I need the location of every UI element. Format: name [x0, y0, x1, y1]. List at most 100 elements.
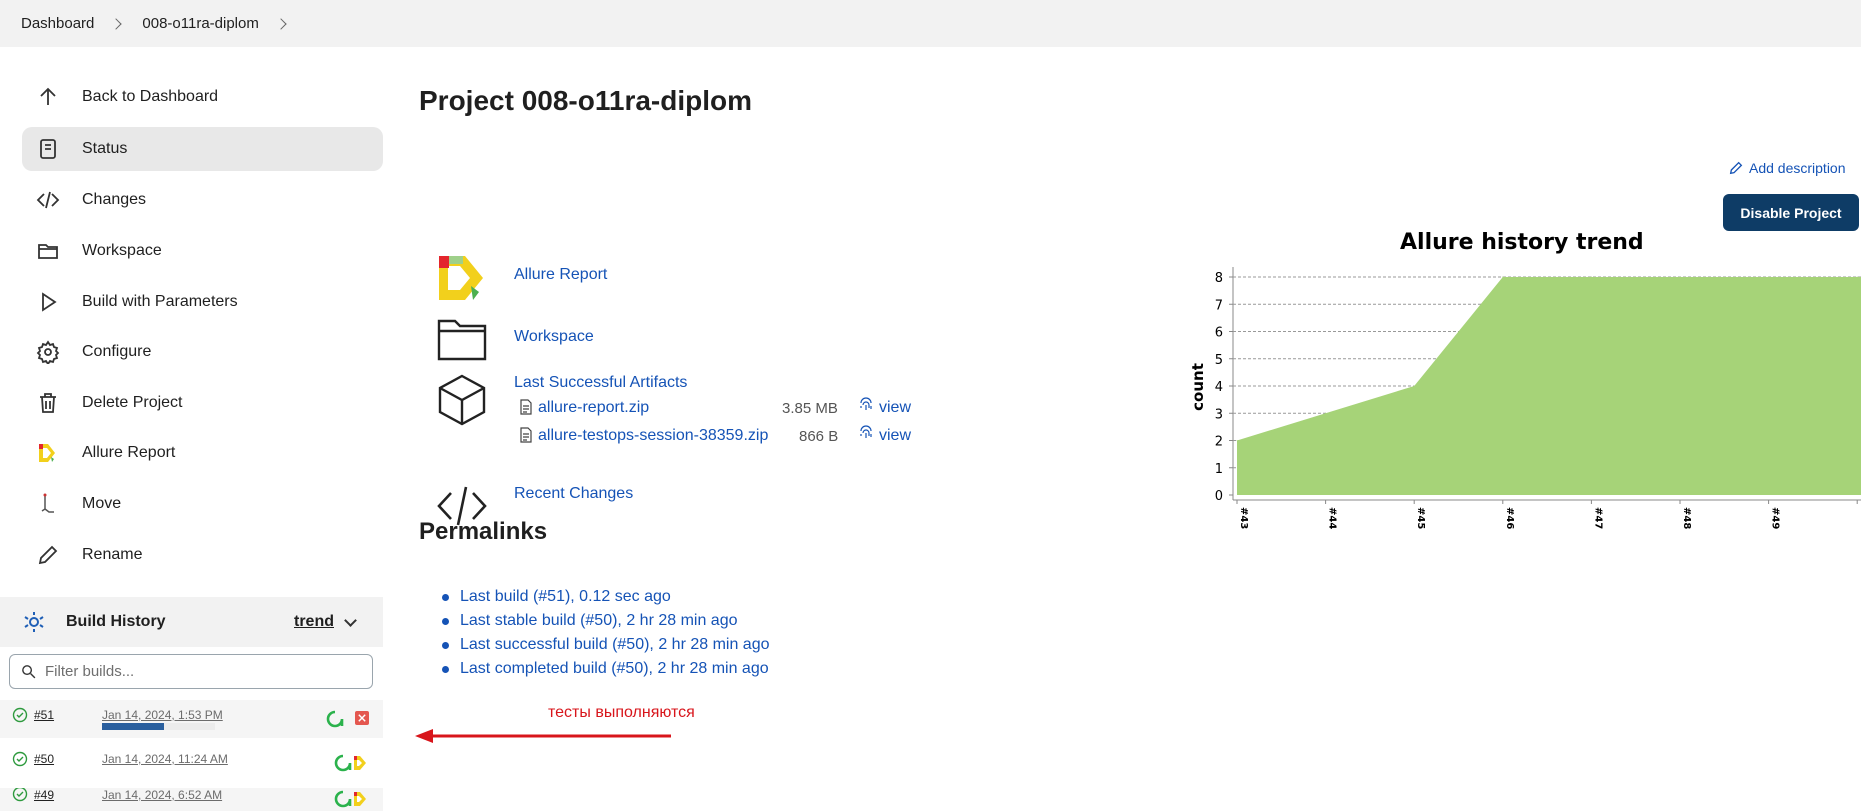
sidebar-item-workspace[interactable]: Workspace — [22, 229, 383, 273]
sidebar-item-allure-report[interactable]: Allure Report — [22, 431, 383, 475]
file-icon — [519, 427, 533, 448]
chevron-down-icon[interactable] — [344, 614, 357, 627]
sidebar-item-status[interactable]: Status — [22, 127, 383, 171]
filter-builds-field[interactable] — [9, 654, 373, 689]
permalink-item: Last completed build (#50), 2 hr 28 min … — [419, 657, 770, 681]
data-point — [1590, 276, 1592, 278]
gear-icon — [34, 338, 62, 366]
allure-report-link[interactable]: Allure Report — [514, 266, 607, 284]
build-progress-fill — [102, 723, 165, 730]
artifact-link[interactable]: allure-testops-session-38359.zip — [538, 427, 768, 445]
artifact-view-link[interactable]: view — [879, 399, 911, 417]
chevron-right-icon[interactable] — [275, 17, 287, 30]
folder-icon — [435, 313, 489, 367]
bullet — [442, 641, 449, 649]
sidebar-item-label: Allure Report — [82, 444, 176, 461]
data-point — [1502, 276, 1504, 278]
y-tick-label: 3 — [1215, 407, 1223, 422]
build-history-title: Build History — [66, 613, 166, 630]
sidebar-item-label: Rename — [82, 546, 143, 563]
y-tick-label: 1 — [1215, 462, 1223, 477]
x-tick-label: #47 — [1592, 507, 1603, 529]
breadcrumb-project[interactable]: 008-o11ra-diplom — [142, 15, 258, 32]
permalink-last-successful[interactable]: Last successful build (#50), 2 hr 28 min… — [460, 636, 770, 654]
fingerprint-icon[interactable] — [858, 397, 874, 418]
abort-build-icon[interactable] — [355, 711, 369, 725]
sidebar-item-move[interactable]: Move — [22, 482, 383, 526]
sidebar-item-back-to-dashboard[interactable]: Back to Dashboard — [22, 75, 383, 119]
build-date[interactable]: Jan 14, 2024, 11:24 AM — [102, 752, 228, 766]
artifact-link[interactable]: allure-report.zip — [538, 399, 649, 417]
main-panel: Project 008-o11ra-diplom Add description… — [383, 47, 1861, 811]
y-axis-label: count — [1190, 363, 1207, 411]
search-icon — [20, 663, 37, 680]
build-history-icon — [22, 610, 46, 634]
pencil-icon — [1728, 160, 1744, 176]
document-icon — [34, 135, 62, 163]
build-number[interactable]: #49 — [34, 788, 54, 802]
workspace-link[interactable]: Workspace — [514, 328, 594, 346]
permalinks-list: Last build (#51), 0.12 sec ago Last stab… — [419, 585, 770, 681]
y-tick-label: 8 — [1215, 271, 1223, 286]
build-progress-bar[interactable] — [102, 723, 215, 730]
sidebar-item-label: Status — [82, 140, 128, 157]
folder-icon — [34, 237, 62, 265]
build-history-header: Build History trend — [0, 597, 383, 647]
data-point — [1236, 440, 1238, 441]
sidebar-item-changes[interactable]: Changes — [22, 178, 383, 222]
x-tick-label: #44 — [1327, 507, 1338, 529]
sidebar-item-configure[interactable]: Configure — [22, 330, 383, 374]
disable-project-button[interactable]: Disable Project — [1723, 194, 1859, 231]
build-number[interactable]: #50 — [34, 752, 54, 766]
build-row[interactable]: #50 Jan 14, 2024, 11:24 AM — [0, 744, 383, 782]
breadcrumb-dashboard[interactable]: Dashboard — [21, 15, 94, 32]
artifact-size: 3.85 MB — [782, 400, 838, 417]
artifact-view-link[interactable]: view — [879, 427, 911, 445]
package-icon — [435, 373, 489, 427]
page-title: Project 008-o11ra-diplom — [419, 85, 753, 116]
permalink-last-build[interactable]: Last build (#51), 0.12 sec ago — [460, 588, 671, 606]
x-tick-label: #46 — [1504, 507, 1515, 529]
add-description-link[interactable]: Add description — [1728, 160, 1846, 176]
annotation-arrow — [415, 729, 671, 743]
success-check-icon — [12, 788, 28, 802]
build-date[interactable]: Jan 14, 2024, 6:52 AM — [102, 788, 222, 802]
chart-title: Allure history trend — [1400, 230, 1644, 255]
x-tick-label: #45 — [1415, 507, 1426, 529]
last-successful-artifacts-link[interactable]: Last Successful Artifacts — [514, 374, 687, 392]
permalink-last-completed[interactable]: Last completed build (#50), 2 hr 28 min … — [460, 660, 769, 678]
build-date[interactable]: Jan 14, 2024, 1:53 PM — [102, 708, 223, 722]
permalink-item: Last build (#51), 0.12 sec ago — [419, 585, 770, 609]
code-icon — [34, 186, 62, 214]
data-point — [1413, 385, 1415, 387]
x-tick-label: #49 — [1770, 507, 1781, 529]
y-tick-label: 2 — [1215, 435, 1223, 450]
pencil-icon — [34, 541, 62, 569]
permalink-last-stable[interactable]: Last stable build (#50), 2 hr 28 min ago — [460, 612, 738, 630]
trend-link[interactable]: trend — [294, 613, 334, 631]
build-number[interactable]: #51 — [34, 708, 54, 722]
chevron-right-icon — [110, 17, 123, 30]
sidebar-item-build-with-parameters[interactable]: Build with Parameters — [22, 280, 383, 324]
allure-report-icon[interactable] — [334, 790, 370, 811]
filter-builds-input[interactable] — [45, 663, 345, 680]
sidebar-item-delete-project[interactable]: Delete Project — [22, 381, 383, 425]
permalink-item: Last successful build (#50), 2 hr 28 min… — [419, 633, 770, 657]
allure-report-icon[interactable] — [334, 754, 370, 777]
bullet — [442, 617, 449, 625]
fingerprint-icon[interactable] — [858, 425, 874, 446]
allure-icon — [34, 439, 62, 467]
build-row[interactable]: #51 Jan 14, 2024, 1:53 PM — [0, 700, 383, 738]
data-point — [1679, 276, 1681, 278]
sidebar-item-label: Back to Dashboard — [82, 88, 219, 105]
allure-running-icon[interactable] — [326, 710, 344, 733]
sidebar-item-label: Delete Project — [82, 394, 183, 411]
sidebar-item-label: Build with Parameters — [82, 293, 238, 310]
add-description-label: Add description — [1749, 160, 1846, 176]
build-row[interactable]: #49 Jan 14, 2024, 6:52 AM — [0, 788, 383, 811]
recent-changes-link[interactable]: Recent Changes — [514, 485, 633, 503]
sidebar-item-rename[interactable]: Rename — [22, 533, 383, 577]
arrow-up-icon — [34, 83, 62, 111]
file-icon — [519, 399, 533, 420]
allure-history-trend-chart[interactable]: 012345678#43 #44 #45 #46 #47 #48 #49 #50count — [1190, 262, 1861, 631]
